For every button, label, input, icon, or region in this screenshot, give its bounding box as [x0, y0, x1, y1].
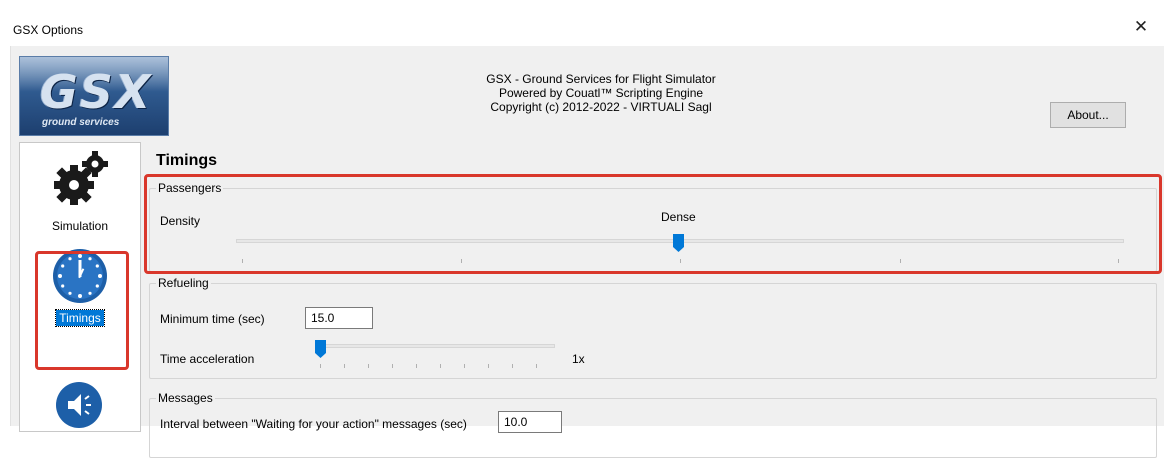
product-name: GSX - Ground Services for Flight Simulat… — [486, 72, 716, 86]
sidebar: Simulation Timings — [19, 142, 141, 432]
message-interval-label: Interval between "Waiting for your actio… — [160, 417, 467, 431]
slider-tick — [461, 259, 462, 263]
window-title: GSX Options — [13, 23, 84, 37]
about-button[interactable]: About... — [1050, 102, 1126, 128]
slider-tick — [536, 364, 537, 368]
slider-tick — [512, 364, 513, 368]
clock-icon — [53, 249, 107, 303]
slider-tick — [368, 364, 369, 368]
messages-group: Messages Interval between "Waiting for y… — [149, 391, 1157, 458]
time-acceleration-label: Time acceleration — [160, 352, 255, 366]
slider-tick — [320, 364, 321, 368]
group-legend: Passengers — [156, 181, 224, 195]
gears-icon — [54, 151, 108, 205]
sidebar-item-sound[interactable] — [20, 379, 140, 431]
speaker-icon — [56, 382, 102, 428]
slider-tick — [1118, 259, 1119, 263]
slider-tick — [392, 364, 393, 368]
page-title: Timings — [156, 152, 218, 169]
density-value: Dense — [661, 210, 696, 224]
engine-credit: Powered by Couatl™ Scripting Engine — [498, 86, 704, 100]
sidebar-item-label: Timings — [20, 309, 140, 327]
group-legend: Refueling — [156, 276, 211, 290]
slider-tick — [488, 364, 489, 368]
sidebar-item-timings[interactable]: Timings — [20, 241, 140, 359]
passengers-group: Passengers Density Dense — [149, 181, 1157, 272]
slider-tick — [416, 364, 417, 368]
time-acceleration-slider-thumb[interactable] — [315, 340, 326, 358]
minimum-time-field[interactable]: 15.0 — [305, 307, 373, 329]
sidebar-item-simulation[interactable]: Simulation — [20, 143, 140, 241]
time-acceleration-value: 1x — [572, 352, 585, 366]
slider-tick — [900, 259, 901, 263]
product-info: GSX - Ground Services for Flight Simulat… — [441, 72, 761, 114]
copyright: Copyright (c) 2012-2022 - VIRTUALI Sagl — [490, 100, 712, 114]
gsx-logo: GSX ground services — [19, 56, 169, 136]
logo-subtext: ground services — [42, 117, 120, 128]
close-icon[interactable]: ✕ — [1131, 17, 1151, 37]
minimum-time-label: Minimum time (sec) — [160, 312, 265, 326]
title-bar: GSX Options ✕ — [0, 0, 1164, 46]
slider-tick — [242, 259, 243, 263]
slider-tick — [680, 259, 681, 263]
refueling-group: Refueling Minimum time (sec) 15.0 Time a… — [149, 276, 1157, 379]
slider-tick — [440, 364, 441, 368]
group-legend: Messages — [156, 391, 215, 405]
density-label: Density — [160, 214, 201, 228]
sidebar-item-label: Simulation — [51, 219, 109, 233]
slider-tick — [344, 364, 345, 368]
time-acceleration-slider-track[interactable] — [315, 344, 555, 348]
slider-tick — [464, 364, 465, 368]
dialog-client-area: GSX ground services GSX - Ground Service… — [10, 46, 1164, 458]
message-interval-field[interactable]: 10.0 — [498, 411, 562, 433]
density-slider-thumb[interactable] — [673, 234, 684, 252]
logo-text: GSX — [40, 65, 153, 119]
selected-item-label: Timings — [55, 309, 105, 327]
